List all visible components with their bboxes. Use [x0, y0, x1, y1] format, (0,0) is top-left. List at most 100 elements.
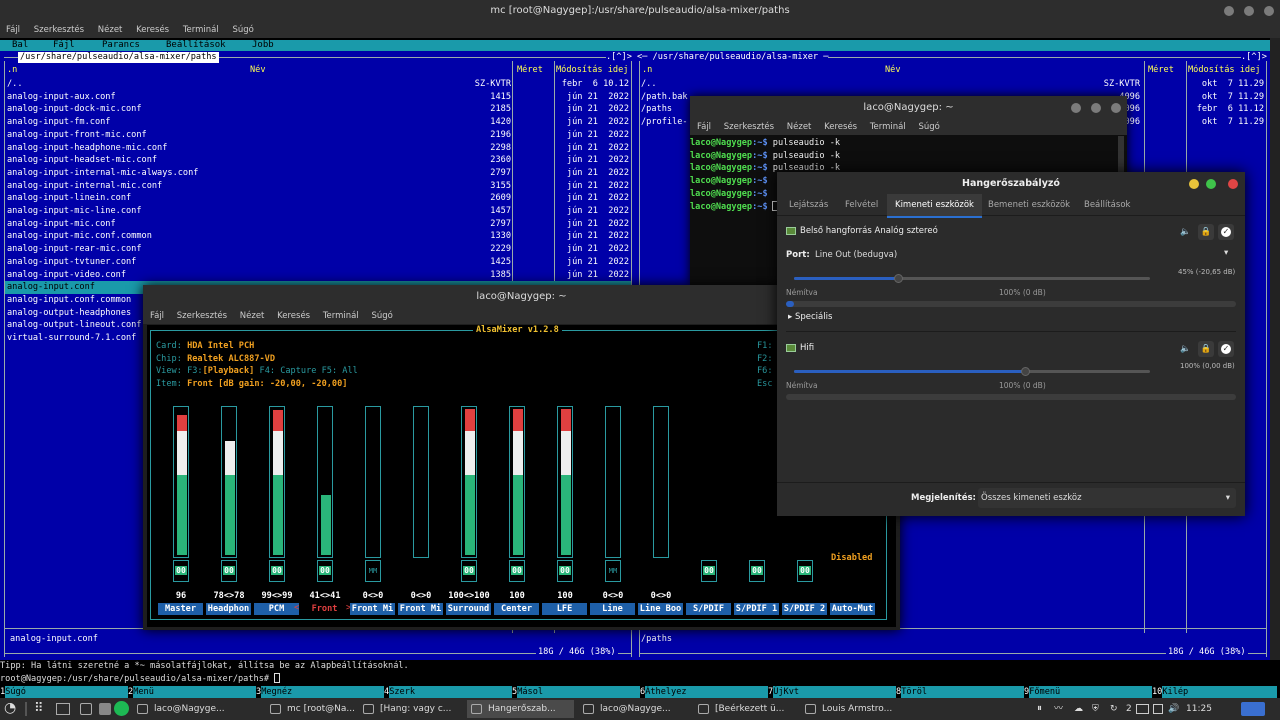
mixer-channel[interactable]: MM 0<>0 Line [589, 325, 637, 627]
file-row[interactable]: analog-input-mic-line.conf 1457 jún 21 202… [5, 205, 631, 218]
channel-name[interactable]: Master [158, 603, 203, 615]
channel-name[interactable]: PCM [254, 603, 299, 615]
display-icon[interactable] [1136, 704, 1149, 714]
menu-terminal[interactable]: Terminál [183, 25, 219, 35]
show-select[interactable]: Összes kimeneti eszköz ▾ [978, 488, 1236, 508]
volume-bar[interactable] [413, 406, 429, 558]
mc-menu-right[interactable]: Jobb [252, 40, 274, 51]
mute-toggle[interactable]: 00 [797, 560, 813, 582]
mute-toggle[interactable]: 00 [557, 560, 573, 582]
mixer-channel[interactable]: 00 78<>78 Headphon [205, 325, 253, 627]
file-row[interactable]: analog-input-front-mic.conf 2196 jún 21 20… [5, 129, 631, 142]
lock-channels-button[interactable]: 🔒 [1198, 224, 1214, 240]
channel-name[interactable]: Center [494, 603, 539, 615]
network-icon[interactable]: 〰 [1054, 700, 1068, 718]
st-menu-help[interactable]: Súgó [918, 122, 939, 132]
shell-prompt[interactable]: root@Nagygep:/usr/share/pulseaudio/alsa-… [0, 673, 1270, 686]
am-menu-terminal[interactable]: Terminál [323, 311, 359, 321]
st-menu-terminal[interactable]: Terminál [870, 122, 906, 132]
taskbar-task[interactable]: Hangerőszab... [467, 700, 574, 718]
mc-menu-command[interactable]: Parancs [102, 40, 140, 51]
right-header-n[interactable]: .n [642, 65, 652, 75]
fkey-3[interactable]: 3Megnéz [256, 686, 384, 698]
file-row[interactable]: analog-input-aux.conf 1415 jún 21 2022 [5, 91, 631, 104]
fkey-10[interactable]: 10Kilép [1152, 686, 1277, 698]
mixer-channel[interactable]: 00 100 Center [493, 325, 541, 627]
mixer-channel[interactable]: 0<>0 Line Boo [637, 325, 685, 627]
volume-icon[interactable]: 🔊 [1168, 700, 1180, 718]
mixer-channel[interactable]: 00 100 LFE [541, 325, 589, 627]
small-terminal-maximize[interactable] [1091, 103, 1101, 113]
device2-volume-slider[interactable] [794, 367, 1150, 376]
fkey-1[interactable]: 1Súgó [0, 686, 128, 698]
tab-input-devices[interactable]: Bemeneti eszközök [988, 194, 1070, 216]
channel-name[interactable]: Line Boo [638, 603, 683, 615]
fkey-2[interactable]: 2Menü [128, 686, 256, 698]
am-menu-edit[interactable]: Szerkesztés [177, 311, 227, 321]
vc-close-button[interactable] [1228, 179, 1238, 189]
volume-bar[interactable] [317, 406, 333, 558]
mc-menu-file[interactable]: Fájl [53, 40, 75, 51]
fkey-5[interactable]: 5Másol [512, 686, 640, 698]
menu-search[interactable]: Keresés [136, 25, 169, 35]
file-row[interactable]: analog-input-linein.conf 2609 jún 21 2022 [5, 192, 631, 205]
minimize-button[interactable] [1224, 6, 1234, 16]
fkey-7[interactable]: 7ÚjKvt [768, 686, 896, 698]
small-terminal-close[interactable] [1111, 103, 1121, 113]
chevron-down-icon[interactable]: ▾ [1224, 248, 1228, 258]
tab-settings[interactable]: Beállítások [1084, 194, 1130, 216]
mixer-channel[interactable]: 00 99<>99 PCM [253, 325, 301, 627]
taskbar-task[interactable]: laco@Nagyge... [579, 700, 689, 718]
file-row[interactable]: analog-input-video.conf 1385 jún 21 2022 [5, 269, 631, 282]
st-menu-view[interactable]: Nézet [787, 122, 812, 132]
fkey-9[interactable]: 9Főmenü [1024, 686, 1152, 698]
lock-channels-button-2[interactable]: 🔒 [1198, 341, 1214, 357]
menu-help[interactable]: Súgó [232, 25, 253, 35]
volume-bar[interactable] [605, 406, 621, 558]
st-menu-edit[interactable]: Szerkesztés [724, 122, 774, 132]
file-row[interactable]: /.. SZ-KVTR okt 7 11.29 [640, 78, 1266, 91]
file-row[interactable]: analog-input-rear-mic.conf 2229 jún 21 202… [5, 243, 631, 256]
show-desktop-button[interactable] [1241, 702, 1265, 716]
volume-bar[interactable] [221, 406, 237, 558]
mute-toggle[interactable]: 00 [461, 560, 477, 582]
taskbar-task[interactable]: laco@Nagyge... [133, 700, 259, 718]
terminal-scrollbar[interactable] [1270, 38, 1280, 660]
st-menu-file[interactable]: Fájl [697, 122, 711, 132]
cloud-icon[interactable]: ☁ [1074, 700, 1086, 718]
small-terminal-minimize[interactable] [1071, 103, 1081, 113]
channel-name[interactable]: Surround [446, 603, 491, 615]
volume-bar[interactable] [269, 406, 285, 558]
mute-toggle[interactable]: MM [605, 560, 621, 582]
set-default-button[interactable]: ✓ [1218, 224, 1234, 240]
mc-menu-left[interactable]: Bal [12, 40, 28, 51]
set-default-button-2[interactable]: ✓ [1218, 341, 1234, 357]
menu-edit[interactable]: Szerkesztés [34, 25, 84, 35]
updates-icon[interactable]: ↻ [1110, 700, 1122, 718]
mute-toggle[interactable]: 00 [749, 560, 765, 582]
clipboard-icon[interactable] [1153, 704, 1163, 714]
channel-name[interactable]: S/PDIF 2 [782, 603, 827, 615]
device1-volume-slider[interactable] [794, 274, 1150, 283]
file-row[interactable]: analog-input-headphone-mic.conf 2298 jún 2… [5, 142, 631, 155]
right-panel-marker[interactable]: .[^]> [1241, 52, 1267, 63]
volume-bar[interactable] [173, 406, 189, 558]
volume-bar[interactable] [461, 406, 477, 558]
file-row[interactable]: analog-input-dock-mic.conf 2185 jún 21 202… [5, 103, 631, 116]
fkey-4[interactable]: 4Szerk [384, 686, 512, 698]
file-row[interactable]: analog-input-mic.conf.common 1330 jún 21 2… [5, 230, 631, 243]
st-menu-search[interactable]: Keresés [824, 122, 857, 132]
maximize-button[interactable] [1244, 6, 1254, 16]
mute-toggle[interactable]: 00 [701, 560, 717, 582]
mixer-channel[interactable]: 00 S/PDIF [685, 325, 733, 627]
channel-name[interactable]: LFE [542, 603, 587, 615]
am-menu-search[interactable]: Keresés [277, 311, 310, 321]
menu-launcher-icon[interactable]: ◔ [4, 700, 20, 718]
file-row[interactable]: analog-input-internal-mic.conf 3155 jún 21… [5, 180, 631, 193]
mixer-channel[interactable]: MM 0<>0 Front Mi [349, 325, 397, 627]
files-launcher-icon[interactable] [80, 703, 92, 715]
mixer-channel[interactable]: 00 41<>41 Front < > [294, 325, 351, 627]
mute-toggle[interactable]: 00 [221, 560, 237, 582]
file-row[interactable]: analog-input-headset-mic.conf 2360 jún 21 … [5, 154, 631, 167]
volume-bar[interactable] [653, 406, 669, 558]
